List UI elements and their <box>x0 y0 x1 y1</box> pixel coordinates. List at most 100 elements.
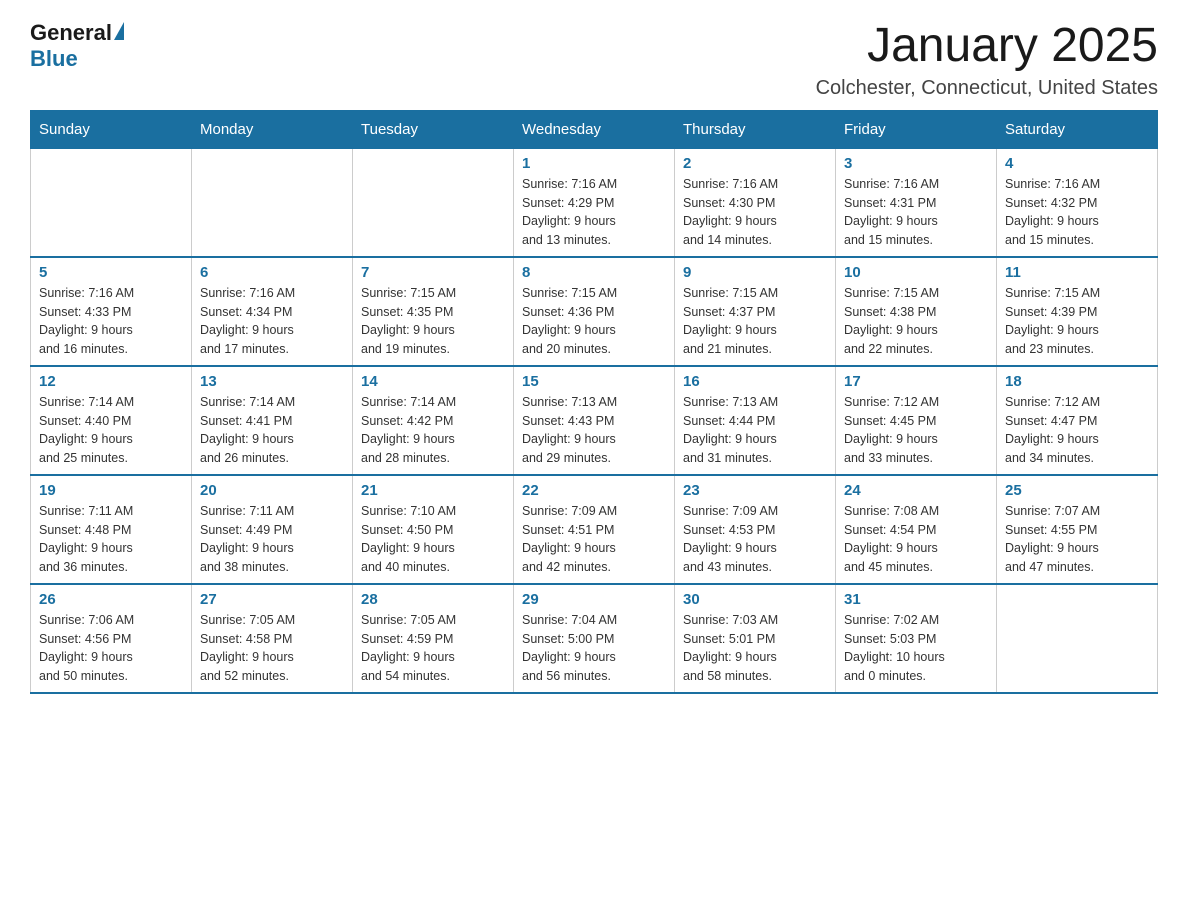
calendar-cell: 9 Sunrise: 7:15 AM Sunset: 4:37 PM Daylig… <box>675 257 836 366</box>
day-info: Sunrise: 7:05 AM Sunset: 4:59 PM Dayligh… <box>361 611 505 686</box>
day-info: Sunrise: 7:14 AM Sunset: 4:42 PM Dayligh… <box>361 393 505 468</box>
day-info: Sunrise: 7:09 AM Sunset: 4:53 PM Dayligh… <box>683 502 827 577</box>
day-number: 26 <box>39 591 183 608</box>
day-info: Sunrise: 7:12 AM Sunset: 4:45 PM Dayligh… <box>844 393 988 468</box>
weekday-header-sunday: Sunday <box>31 110 192 148</box>
calendar-cell <box>192 148 353 257</box>
calendar-cell: 7 Sunrise: 7:15 AM Sunset: 4:35 PM Daylig… <box>353 257 514 366</box>
day-number: 7 <box>361 264 505 281</box>
day-info: Sunrise: 7:06 AM Sunset: 4:56 PM Dayligh… <box>39 611 183 686</box>
calendar-cell: 27Sunrise: 7:05 AM Sunset: 4:58 PM Dayli… <box>192 584 353 693</box>
day-number: 10 <box>844 264 988 281</box>
day-number: 4 <box>1005 155 1149 172</box>
weekday-header-wednesday: Wednesday <box>514 110 675 148</box>
weekday-header-tuesday: Tuesday <box>353 110 514 148</box>
day-info: Sunrise: 7:16 AM Sunset: 4:29 PM Dayligh… <box>522 175 666 250</box>
calendar-cell: 31Sunrise: 7:02 AM Sunset: 5:03 PM Dayli… <box>836 584 997 693</box>
day-info: Sunrise: 7:09 AM Sunset: 4:51 PM Dayligh… <box>522 502 666 577</box>
day-number: 23 <box>683 482 827 499</box>
calendar-week-row: 19 Sunrise: 7:11 AM Sunset: 4:48 PM Dayli… <box>31 475 1158 584</box>
weekday-header-thursday: Thursday <box>675 110 836 148</box>
calendar-cell: 12 Sunrise: 7:14 AM Sunset: 4:40 PM Dayli… <box>31 366 192 475</box>
day-info: Sunrise: 7:16 AM Sunset: 4:32 PM Dayligh… <box>1005 175 1149 250</box>
calendar-cell: 6 Sunrise: 7:16 AM Sunset: 4:34 PM Daylig… <box>192 257 353 366</box>
calendar-header: SundayMondayTuesdayWednesdayThursdayFrid… <box>31 110 1158 148</box>
calendar-cell: 23 Sunrise: 7:09 AM Sunset: 4:53 PM Dayli… <box>675 475 836 584</box>
day-info: Sunrise: 7:11 AM Sunset: 4:48 PM Dayligh… <box>39 502 183 577</box>
day-number: 5 <box>39 264 183 281</box>
day-info: Sunrise: 7:15 AM Sunset: 4:38 PM Dayligh… <box>844 284 988 359</box>
calendar-cell <box>31 148 192 257</box>
logo-triangle-icon <box>114 22 124 40</box>
calendar-cell: 28 Sunrise: 7:05 AM Sunset: 4:59 PM Dayli… <box>353 584 514 693</box>
calendar-cell: 14 Sunrise: 7:14 AM Sunset: 4:42 PM Dayli… <box>353 366 514 475</box>
calendar-cell: 18Sunrise: 7:12 AM Sunset: 4:47 PM Dayli… <box>997 366 1158 475</box>
day-info: Sunrise: 7:15 AM Sunset: 4:36 PM Dayligh… <box>522 284 666 359</box>
day-number: 9 <box>683 264 827 281</box>
day-number: 27 <box>200 591 344 608</box>
day-info: Sunrise: 7:15 AM Sunset: 4:39 PM Dayligh… <box>1005 284 1149 359</box>
day-number: 2 <box>683 155 827 172</box>
day-number: 28 <box>361 591 505 608</box>
calendar-cell: 19 Sunrise: 7:11 AM Sunset: 4:48 PM Dayli… <box>31 475 192 584</box>
day-number: 25 <box>1005 482 1149 499</box>
day-info: Sunrise: 7:14 AM Sunset: 4:40 PM Dayligh… <box>39 393 183 468</box>
day-info: Sunrise: 7:16 AM Sunset: 4:33 PM Dayligh… <box>39 284 183 359</box>
day-number: 14 <box>361 373 505 390</box>
day-number: 22 <box>522 482 666 499</box>
day-number: 6 <box>200 264 344 281</box>
day-info: Sunrise: 7:10 AM Sunset: 4:50 PM Dayligh… <box>361 502 505 577</box>
day-number: 29 <box>522 591 666 608</box>
day-number: 8 <box>522 264 666 281</box>
calendar-cell: 26 Sunrise: 7:06 AM Sunset: 4:56 PM Dayli… <box>31 584 192 693</box>
day-number: 24 <box>844 482 988 499</box>
day-number: 21 <box>361 482 505 499</box>
day-info: Sunrise: 7:08 AM Sunset: 4:54 PM Dayligh… <box>844 502 988 577</box>
weekday-header-monday: Monday <box>192 110 353 148</box>
calendar-cell: 25 Sunrise: 7:07 AM Sunset: 4:55 PM Dayli… <box>997 475 1158 584</box>
calendar-cell: 13 Sunrise: 7:14 AM Sunset: 4:41 PM Dayli… <box>192 366 353 475</box>
day-number: 16 <box>683 373 827 390</box>
day-number: 15 <box>522 373 666 390</box>
calendar-cell: 3Sunrise: 7:16 AM Sunset: 4:31 PM Daylig… <box>836 148 997 257</box>
calendar-cell: 30 Sunrise: 7:03 AM Sunset: 5:01 PM Dayli… <box>675 584 836 693</box>
calendar-cell: 17 Sunrise: 7:12 AM Sunset: 4:45 PM Dayli… <box>836 366 997 475</box>
day-info: Sunrise: 7:15 AM Sunset: 4:35 PM Dayligh… <box>361 284 505 359</box>
day-info: Sunrise: 7:07 AM Sunset: 4:55 PM Dayligh… <box>1005 502 1149 577</box>
day-number: 19 <box>39 482 183 499</box>
page-header: General Blue January 2025 Colchester, Co… <box>30 20 1158 100</box>
day-number: 1 <box>522 155 666 172</box>
day-info: Sunrise: 7:15 AM Sunset: 4:37 PM Dayligh… <box>683 284 827 359</box>
day-number: 17 <box>844 373 988 390</box>
logo-general-text: General <box>30 20 112 46</box>
calendar-cell: 4 Sunrise: 7:16 AM Sunset: 4:32 PM Daylig… <box>997 148 1158 257</box>
day-number: 11 <box>1005 264 1149 281</box>
calendar-cell: 15 Sunrise: 7:13 AM Sunset: 4:43 PM Dayli… <box>514 366 675 475</box>
day-number: 12 <box>39 373 183 390</box>
day-info: Sunrise: 7:13 AM Sunset: 4:43 PM Dayligh… <box>522 393 666 468</box>
day-info: Sunrise: 7:16 AM Sunset: 4:34 PM Dayligh… <box>200 284 344 359</box>
calendar-cell: 22 Sunrise: 7:09 AM Sunset: 4:51 PM Dayli… <box>514 475 675 584</box>
logo: General Blue <box>30 20 124 72</box>
day-number: 13 <box>200 373 344 390</box>
day-info: Sunrise: 7:02 AM Sunset: 5:03 PM Dayligh… <box>844 611 988 686</box>
calendar-cell: 29Sunrise: 7:04 AM Sunset: 5:00 PM Dayli… <box>514 584 675 693</box>
calendar-cell: 11 Sunrise: 7:15 AM Sunset: 4:39 PM Dayli… <box>997 257 1158 366</box>
calendar-cell: 10 Sunrise: 7:15 AM Sunset: 4:38 PM Dayli… <box>836 257 997 366</box>
calendar-cell: 1 Sunrise: 7:16 AM Sunset: 4:29 PM Daylig… <box>514 148 675 257</box>
calendar-cell: 24 Sunrise: 7:08 AM Sunset: 4:54 PM Dayli… <box>836 475 997 584</box>
weekday-header-friday: Friday <box>836 110 997 148</box>
day-number: 3 <box>844 155 988 172</box>
day-info: Sunrise: 7:14 AM Sunset: 4:41 PM Dayligh… <box>200 393 344 468</box>
calendar-cell: 16Sunrise: 7:13 AM Sunset: 4:44 PM Dayli… <box>675 366 836 475</box>
calendar-week-row: 5 Sunrise: 7:16 AM Sunset: 4:33 PM Daylig… <box>31 257 1158 366</box>
calendar-cell <box>353 148 514 257</box>
calendar-cell <box>997 584 1158 693</box>
calendar-cell: 20Sunrise: 7:11 AM Sunset: 4:49 PM Dayli… <box>192 475 353 584</box>
day-number: 30 <box>683 591 827 608</box>
calendar-table: SundayMondayTuesdayWednesdayThursdayFrid… <box>30 110 1158 694</box>
day-info: Sunrise: 7:03 AM Sunset: 5:01 PM Dayligh… <box>683 611 827 686</box>
weekday-header-saturday: Saturday <box>997 110 1158 148</box>
day-number: 20 <box>200 482 344 499</box>
calendar-cell: 2Sunrise: 7:16 AM Sunset: 4:30 PM Daylig… <box>675 148 836 257</box>
